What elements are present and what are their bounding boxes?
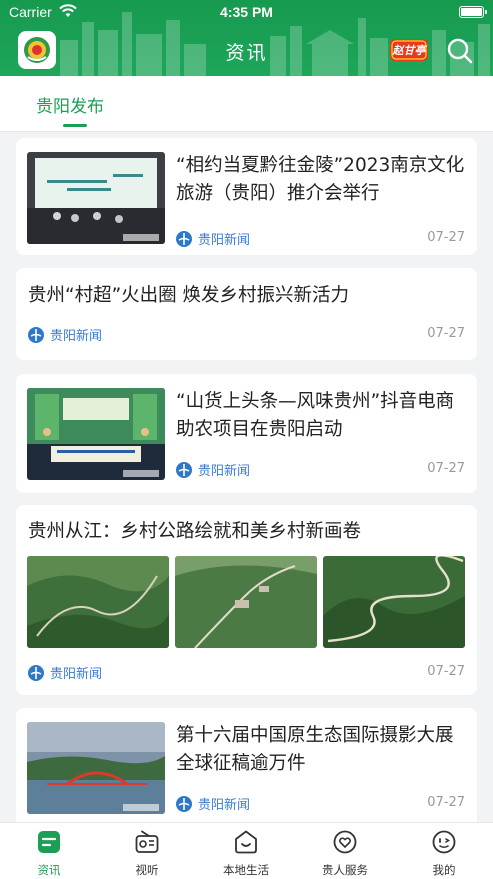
news-card[interactable]: “相约当夏黔往金陵”2023南京文化旅游（贵阳）推介会举行 贵阳新闻 07-27 bbox=[16, 138, 477, 255]
stage-event-photo bbox=[27, 152, 165, 244]
nav-tab-local-life-label: 本地生活 bbox=[223, 863, 269, 877]
article-title: 第十六届中国原生态国际摄影大展全球征稿逾万件 bbox=[176, 725, 454, 774]
article-title: “山货上头条—风味贵州”抖音电商助农项目在贵阳启动 bbox=[176, 391, 455, 440]
news-card[interactable]: 贵州“村超”火出圈 焕发乡村振兴新活力 贵阳新闻 07-27 bbox=[16, 268, 477, 360]
article-thumbnail bbox=[27, 556, 169, 648]
app-header: Carrier 4:35 PM 资讯 赵甘亭 bbox=[0, 0, 493, 76]
heart-service-icon bbox=[333, 830, 357, 854]
article-source-label: 贵阳新闻 bbox=[198, 233, 251, 248]
news-card[interactable]: “山货上头条—风味贵州”抖音电商助农项目在贵阳启动 贵阳新闻 07-27 bbox=[16, 374, 477, 493]
nav-tab-local-life[interactable]: 本地生活 bbox=[197, 823, 295, 879]
article-source-label: 贵阳新闻 bbox=[198, 464, 251, 479]
promo-badge[interactable]: 赵甘亭 bbox=[389, 37, 429, 63]
article-source: 贵阳新闻 bbox=[28, 325, 102, 344]
stage-screen-photo bbox=[27, 388, 165, 480]
news-card[interactable]: 贵州从江：乡村公路绘就和美乡村新画卷 贵阳新闻 07-27 bbox=[16, 505, 477, 695]
bridge-lake-photo bbox=[27, 722, 165, 814]
nav-tab-audio-video-label: 视听 bbox=[135, 863, 159, 877]
tab-guiyang-release[interactable]: 贵阳发布 bbox=[36, 92, 104, 117]
mountain-road-photo bbox=[175, 556, 317, 648]
nav-tab-profile-label: 我的 bbox=[432, 863, 456, 877]
article-source-label: 贵阳新闻 bbox=[198, 798, 251, 813]
article-title: 贵州从江：乡村公路绘就和美乡村新画卷 bbox=[28, 521, 362, 542]
nav-tab-services-label: 贵人服务 bbox=[322, 863, 368, 877]
nav-tab-news[interactable]: 资讯 bbox=[0, 823, 98, 879]
article-thumbnail bbox=[175, 556, 317, 648]
article-title: “相约当夏黔往金陵”2023南京文化旅游（贵阳）推介会举行 bbox=[176, 155, 465, 204]
news-icon bbox=[38, 831, 60, 853]
article-source: 贵阳新闻 bbox=[176, 460, 250, 479]
nav-tab-services[interactable]: 贵人服务 bbox=[296, 823, 394, 879]
nav-tab-audio-video[interactable]: 视听 bbox=[98, 823, 196, 879]
source-logo-icon bbox=[28, 326, 44, 343]
article-thumbnail bbox=[27, 152, 165, 244]
tab-active-indicator bbox=[63, 124, 87, 127]
nav-tab-news-label: 资讯 bbox=[37, 863, 61, 877]
article-source-label: 贵阳新闻 bbox=[50, 667, 103, 682]
source-logo-icon bbox=[28, 664, 44, 681]
article-thumbnail bbox=[27, 388, 165, 480]
battery-icon bbox=[459, 6, 487, 18]
nav-tab-profile[interactable]: 我的 bbox=[395, 823, 493, 879]
search-icon[interactable] bbox=[446, 37, 474, 65]
article-source: 贵阳新闻 bbox=[176, 229, 250, 248]
article-source-label: 贵阳新闻 bbox=[50, 329, 103, 344]
article-date: 07-27 bbox=[427, 326, 465, 341]
profile-face-icon bbox=[432, 830, 456, 854]
article-thumbnail bbox=[323, 556, 465, 648]
bottom-tab-bar: 资讯 视听 本地生活 贵人服务 我的 bbox=[0, 822, 493, 879]
promo-badge-label: 赵甘亭 bbox=[392, 44, 426, 57]
article-date: 07-27 bbox=[427, 230, 465, 245]
article-date: 07-27 bbox=[427, 664, 465, 679]
article-source: 贵阳新闻 bbox=[28, 663, 102, 682]
source-logo-icon bbox=[176, 795, 192, 812]
status-bar: Carrier 4:35 PM bbox=[0, 0, 493, 26]
article-thumbnail bbox=[27, 722, 165, 814]
article-date: 07-27 bbox=[427, 461, 465, 476]
mountain-road-photo bbox=[323, 556, 465, 648]
status-time: 4:35 PM bbox=[220, 4, 273, 20]
radio-icon bbox=[135, 830, 159, 853]
source-logo-icon bbox=[176, 230, 192, 247]
channel-tabs: 贵阳发布 bbox=[0, 76, 493, 132]
mountain-road-photo bbox=[27, 556, 169, 648]
article-title: 贵州“村超”火出圈 焕发乡村振兴新活力 bbox=[28, 285, 350, 306]
news-feed[interactable]: “相约当夏黔往金陵”2023南京文化旅游（贵阳）推介会举行 贵阳新闻 07-27… bbox=[0, 132, 493, 822]
article-source: 贵阳新闻 bbox=[176, 794, 250, 813]
smile-bag-icon bbox=[235, 830, 257, 854]
news-card[interactable]: 第十六届中国原生态国际摄影大展全球征稿逾万件 贵阳新闻 07-27 bbox=[16, 708, 477, 822]
article-date: 07-27 bbox=[427, 795, 465, 810]
source-logo-icon bbox=[176, 461, 192, 478]
